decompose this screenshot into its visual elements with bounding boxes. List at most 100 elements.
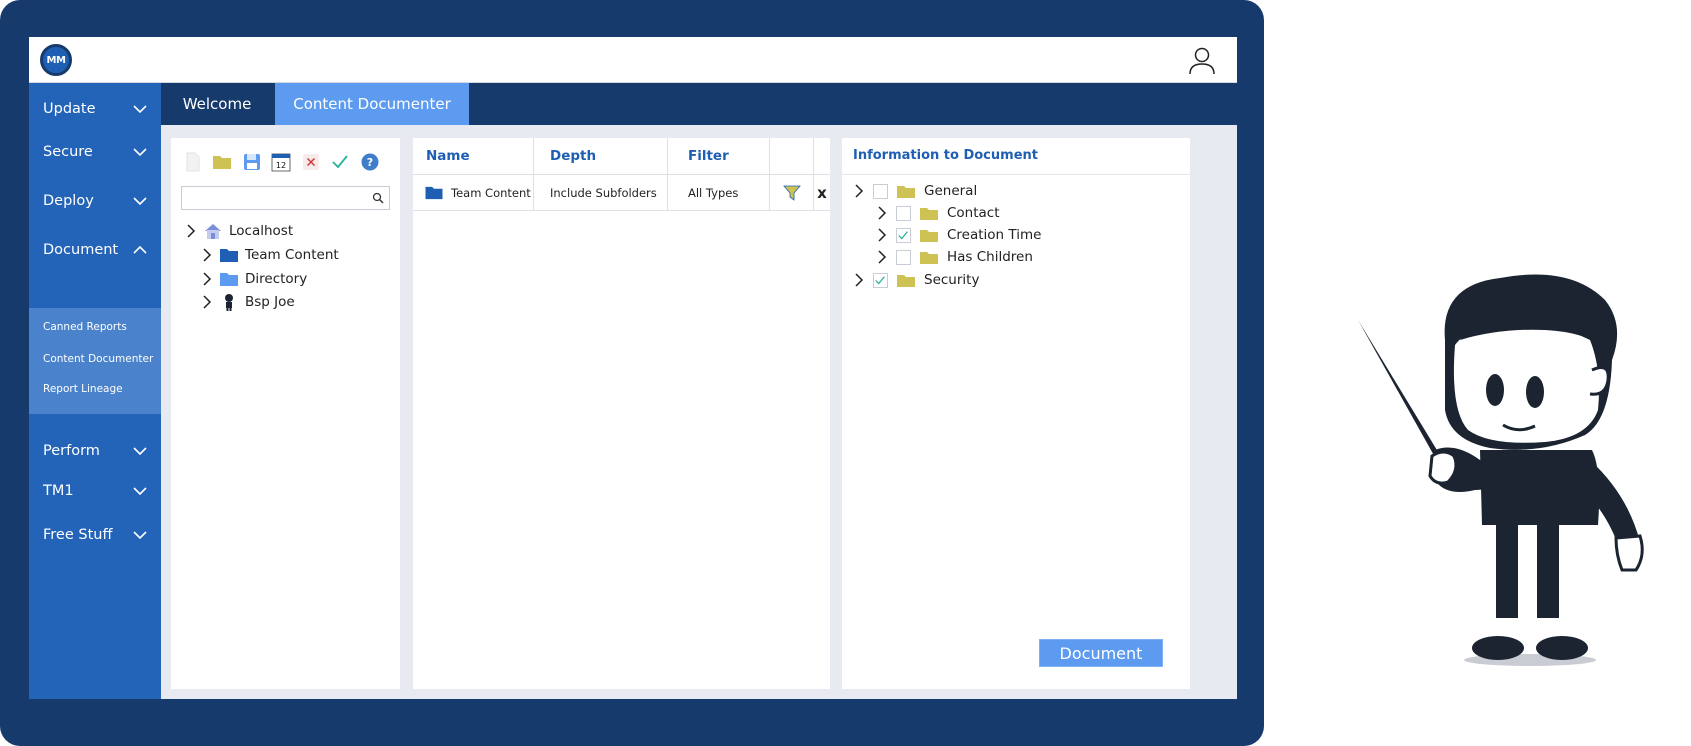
filter-icon[interactable] [783, 184, 801, 202]
table-row-depth-cell[interactable]: Include Subfolders [534, 174, 668, 211]
chevron-down-icon [133, 148, 147, 157]
tab-bar: Welcome Content Documenter [161, 83, 1237, 125]
sidebar-item-deploy[interactable]: Deploy [29, 183, 161, 219]
app-logo: MM [40, 44, 72, 76]
sidebar-item-free-stuff[interactable]: Free Stuff [29, 517, 161, 553]
row-remove-button[interactable]: x [814, 174, 830, 211]
row-depth: Include Subfolders [550, 185, 657, 200]
checkbox[interactable] [896, 205, 911, 221]
top-bar: MM [29, 37, 1237, 83]
sidebar-item-label: Deploy [43, 193, 94, 209]
delete-icon[interactable] [301, 152, 321, 172]
chevron-right-icon[interactable] [201, 272, 213, 286]
chevron-down-icon [133, 197, 147, 206]
chevron-right-icon[interactable] [853, 273, 865, 287]
sidebar-item-perform[interactable]: Perform [29, 433, 161, 469]
document-button[interactable]: Document [1039, 639, 1163, 667]
calendar-icon[interactable]: 12 [271, 152, 291, 172]
tree-node-bsp-joe[interactable]: Bsp Joe [201, 291, 295, 313]
chevron-right-icon[interactable] [185, 224, 197, 238]
sidebar-item-tm1[interactable]: TM1 [29, 473, 161, 509]
folder-icon [897, 274, 915, 287]
submenu-item-report-lineage[interactable]: Report Lineage [43, 383, 123, 395]
row-filter: All Types [688, 185, 739, 200]
info-item-creation-time[interactable]: Creation Time [876, 224, 1041, 246]
table-row-name-cell[interactable]: Team Content [413, 174, 534, 211]
folder-dark-icon [425, 186, 443, 200]
info-item-label: Contact [947, 205, 1000, 221]
grid-header-remove [814, 138, 830, 174]
checkbox-checked[interactable] [896, 227, 911, 243]
house-icon [205, 224, 221, 239]
chevron-down-icon [133, 105, 147, 114]
chevron-down-icon [133, 447, 147, 456]
grid-header-filter: Filter [668, 138, 770, 174]
help-glyph: ? [367, 156, 373, 169]
info-item-contact[interactable]: Contact [876, 202, 1000, 224]
folder-icon [920, 251, 938, 264]
chevron-right-icon[interactable] [853, 184, 865, 198]
tree-node-team-content[interactable]: Team Content [201, 244, 339, 266]
tree-node-localhost[interactable]: Localhost [185, 220, 293, 242]
help-icon[interactable]: ? [360, 152, 380, 172]
folder-icon [897, 185, 915, 198]
tree-node-label: Bsp Joe [245, 294, 295, 310]
sidebar-item-update[interactable]: Update [29, 91, 161, 127]
checkbox-checked[interactable] [873, 272, 888, 288]
folder-dark-icon [220, 249, 238, 262]
grid-header-depth: Depth [534, 138, 668, 174]
checkbox[interactable] [896, 249, 911, 265]
sidebar-item-label: Free Stuff [43, 527, 113, 543]
app-screen: MM Update Secure Deploy Document Canned … [29, 37, 1237, 699]
save-icon[interactable] [242, 152, 262, 172]
divider [842, 174, 1190, 175]
tree-node-label: Localhost [229, 223, 294, 239]
checkbox[interactable] [873, 183, 888, 199]
table-row-filter-action-cell [770, 174, 814, 211]
chevron-right-icon[interactable] [876, 250, 888, 264]
calendar-day: 12 [276, 161, 286, 170]
sidebar-item-label: Secure [43, 144, 93, 160]
table-row-filter-cell[interactable]: All Types [668, 174, 770, 211]
sidebar-item-secure[interactable]: Secure [29, 134, 161, 170]
tree-node-directory[interactable]: Directory [201, 268, 307, 290]
sidebar-item-document[interactable]: Document [29, 232, 161, 268]
info-item-has-children[interactable]: Has Children [876, 246, 1033, 268]
submenu-item-content-documenter[interactable]: Content Documenter [43, 353, 153, 365]
chevron-right-icon[interactable] [201, 248, 213, 262]
tab-welcome[interactable]: Welcome [161, 83, 273, 125]
tree-search-input[interactable] [184, 189, 364, 207]
chevron-up-icon [133, 245, 147, 254]
info-item-security[interactable]: Security [853, 269, 979, 291]
info-panel-title: Information to Document [853, 148, 1038, 163]
grid-header-filter-action [770, 138, 814, 174]
chevron-down-icon [133, 487, 147, 496]
info-item-label: Has Children [947, 249, 1033, 265]
chevron-right-icon[interactable] [201, 295, 213, 309]
folder-icon[interactable] [212, 152, 232, 172]
chevron-right-icon[interactable] [876, 228, 888, 242]
tree-search-box [181, 186, 390, 210]
folder-light-icon [220, 273, 238, 286]
sidebar-item-label: Update [43, 101, 96, 117]
search-icon[interactable] [372, 192, 384, 204]
sidebar: Update Secure Deploy Document Canned Rep… [29, 83, 161, 699]
user-icon[interactable] [1187, 45, 1217, 75]
new-file-icon[interactable] [183, 152, 203, 172]
info-item-label: General [924, 183, 978, 199]
check-icon[interactable] [330, 152, 350, 172]
submenu-item-canned-reports[interactable]: Canned Reports [43, 321, 127, 333]
tree-node-label: Directory [245, 271, 308, 287]
document-submenu: Canned Reports Content Documenter Report… [29, 308, 161, 414]
sidebar-item-label: Perform [43, 443, 100, 459]
information-panel: Information to Document General Contact … [842, 138, 1190, 689]
folder-icon [920, 229, 938, 242]
grid-header-name: Name [413, 138, 534, 174]
folder-icon [920, 207, 938, 220]
tree-node-label: Team Content [245, 247, 339, 263]
chevron-right-icon[interactable] [876, 206, 888, 220]
selection-grid-panel: Name Depth Filter Team Content Include S… [413, 138, 830, 689]
info-item-label: Security [924, 272, 980, 288]
tab-content-documenter[interactable]: Content Documenter [275, 83, 469, 125]
info-item-general[interactable]: General [853, 180, 977, 202]
